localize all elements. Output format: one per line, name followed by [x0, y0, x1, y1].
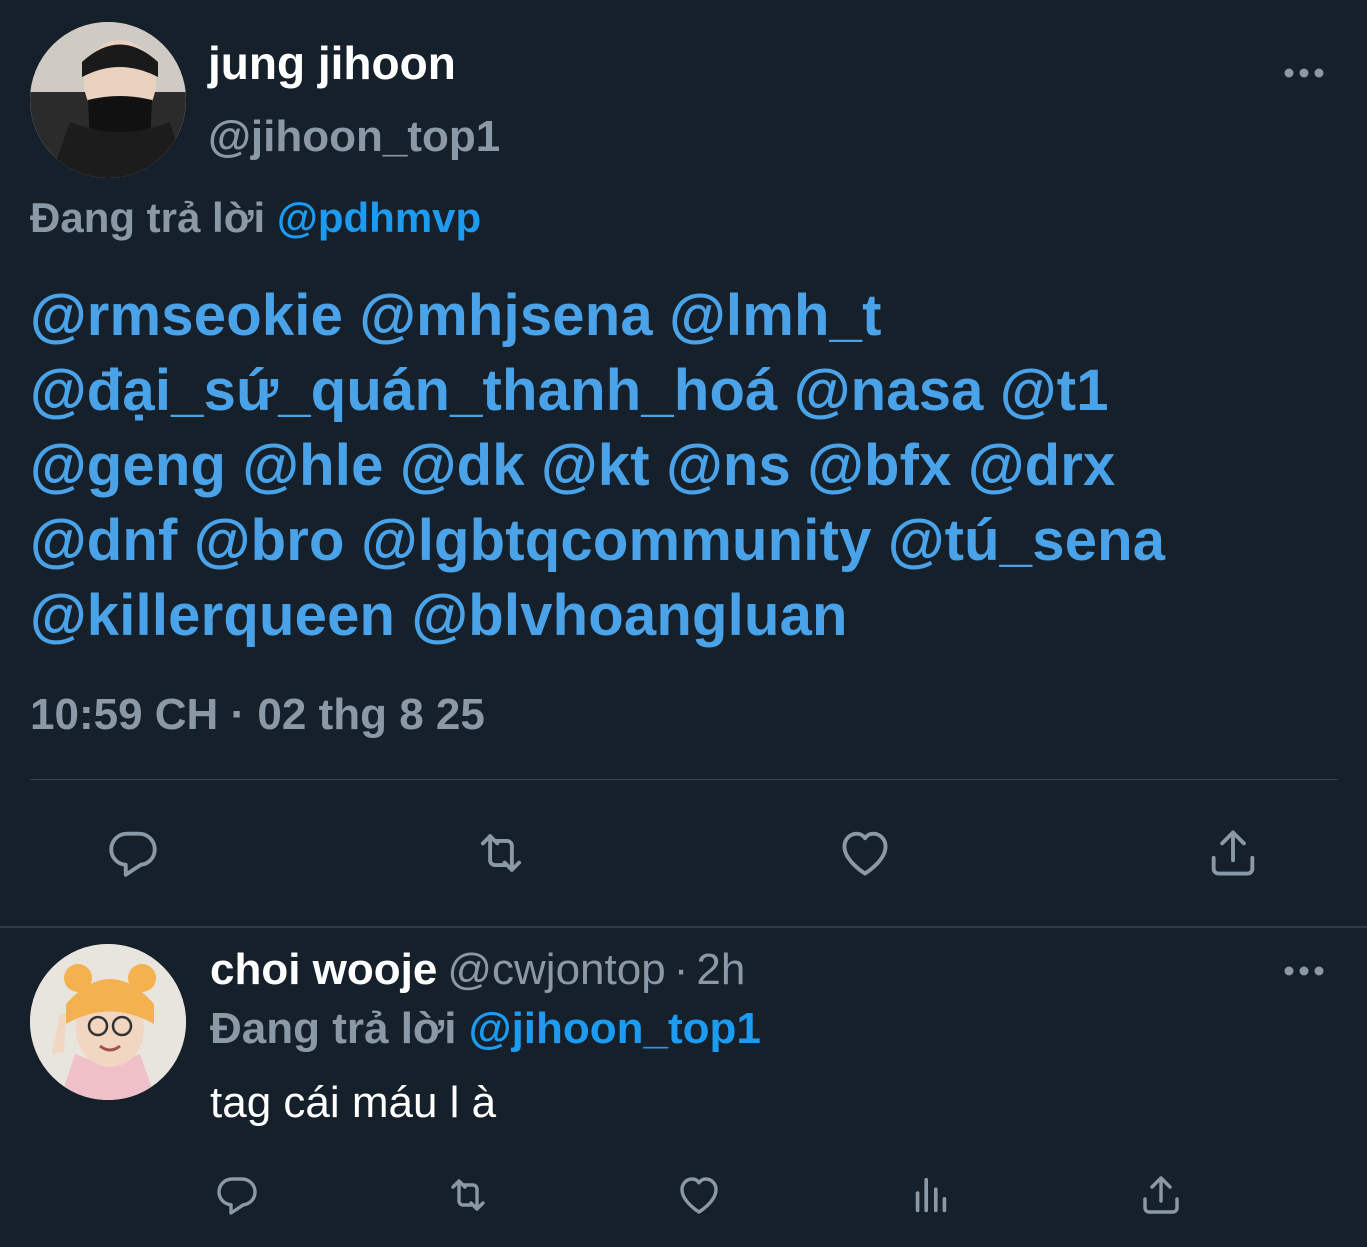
separator-dot: ·: [673, 945, 689, 994]
reply-button[interactable]: [212, 1170, 262, 1220]
retweet-button[interactable]: [440, 1170, 496, 1220]
author-handle[interactable]: @jihoon_top1: [208, 112, 500, 162]
views-button[interactable]: [906, 1170, 956, 1220]
reply-icon: [109, 831, 157, 877]
main-tweet: jung jihoon @jihoon_top1 Đang trả lời @p…: [0, 0, 1367, 926]
more-options-icon[interactable]: [1282, 66, 1326, 80]
retweet-icon: [480, 834, 522, 872]
reply-text: tag cái máu l à: [210, 1078, 497, 1127]
replying-to: Đang trả lời @pdhmvp: [30, 194, 481, 242]
share-button[interactable]: [1200, 820, 1266, 886]
replying-label: Đang trả lời: [30, 194, 266, 241]
mention-line[interactable]: @geng @hle @dk @kt @ns @bfx @drx: [30, 428, 1360, 503]
share-icon: [1143, 1176, 1179, 1214]
reply-avatar[interactable]: [30, 944, 186, 1100]
reply-time[interactable]: 2h: [696, 945, 745, 994]
author-name[interactable]: jung jihoon: [208, 36, 456, 90]
reply-author-name[interactable]: choi wooje: [210, 945, 437, 994]
mention-line[interactable]: @killerqueen @blvhoangluan: [30, 578, 1360, 653]
retweet-button[interactable]: [466, 820, 536, 886]
share-icon: [1211, 830, 1255, 876]
views-icon: [915, 1177, 947, 1213]
reply-author-handle[interactable]: @cwjontop: [447, 945, 665, 994]
avatar[interactable]: [30, 22, 186, 178]
divider: [30, 779, 1338, 780]
reply-icon: [217, 1177, 257, 1215]
reply-button[interactable]: [100, 820, 166, 886]
share-button[interactable]: [1136, 1170, 1186, 1220]
like-button[interactable]: [674, 1170, 724, 1220]
like-button[interactable]: [832, 820, 898, 886]
more-options-icon[interactable]: [1282, 964, 1326, 978]
mention-line[interactable]: @dnf @bro @lgbtqcommunity @tú_sena: [30, 503, 1360, 578]
tweet-timestamp[interactable]: 10:59 CH · 02 thg 8 25: [30, 690, 485, 740]
replying-mention[interactable]: @pdhmvp: [277, 194, 481, 241]
replying-mention[interactable]: @jihoon_top1: [469, 1004, 761, 1053]
like-icon: [842, 831, 888, 876]
replying-label: Đang trả lời: [210, 1004, 457, 1053]
mention-line[interactable]: @rmseokie @mhjsena @lmh_t: [30, 278, 1360, 353]
retweet-icon: [451, 1179, 485, 1211]
tweet-text: @rmseokie @mhjsena @lmh_t @đại_sứ_quán_t…: [30, 278, 1360, 653]
section-divider: [0, 926, 1367, 928]
mention-line[interactable]: @đại_sứ_quán_thanh_hoá @nasa @t1: [30, 353, 1360, 428]
reply-replying-to: Đang trả lời @jihoon_top1: [210, 1004, 761, 1054]
like-icon: [680, 1177, 718, 1214]
avatar-image: [30, 944, 186, 1100]
reply-header: choi wooje @cwjontop · 2h: [210, 945, 745, 995]
avatar-image: [30, 22, 186, 178]
